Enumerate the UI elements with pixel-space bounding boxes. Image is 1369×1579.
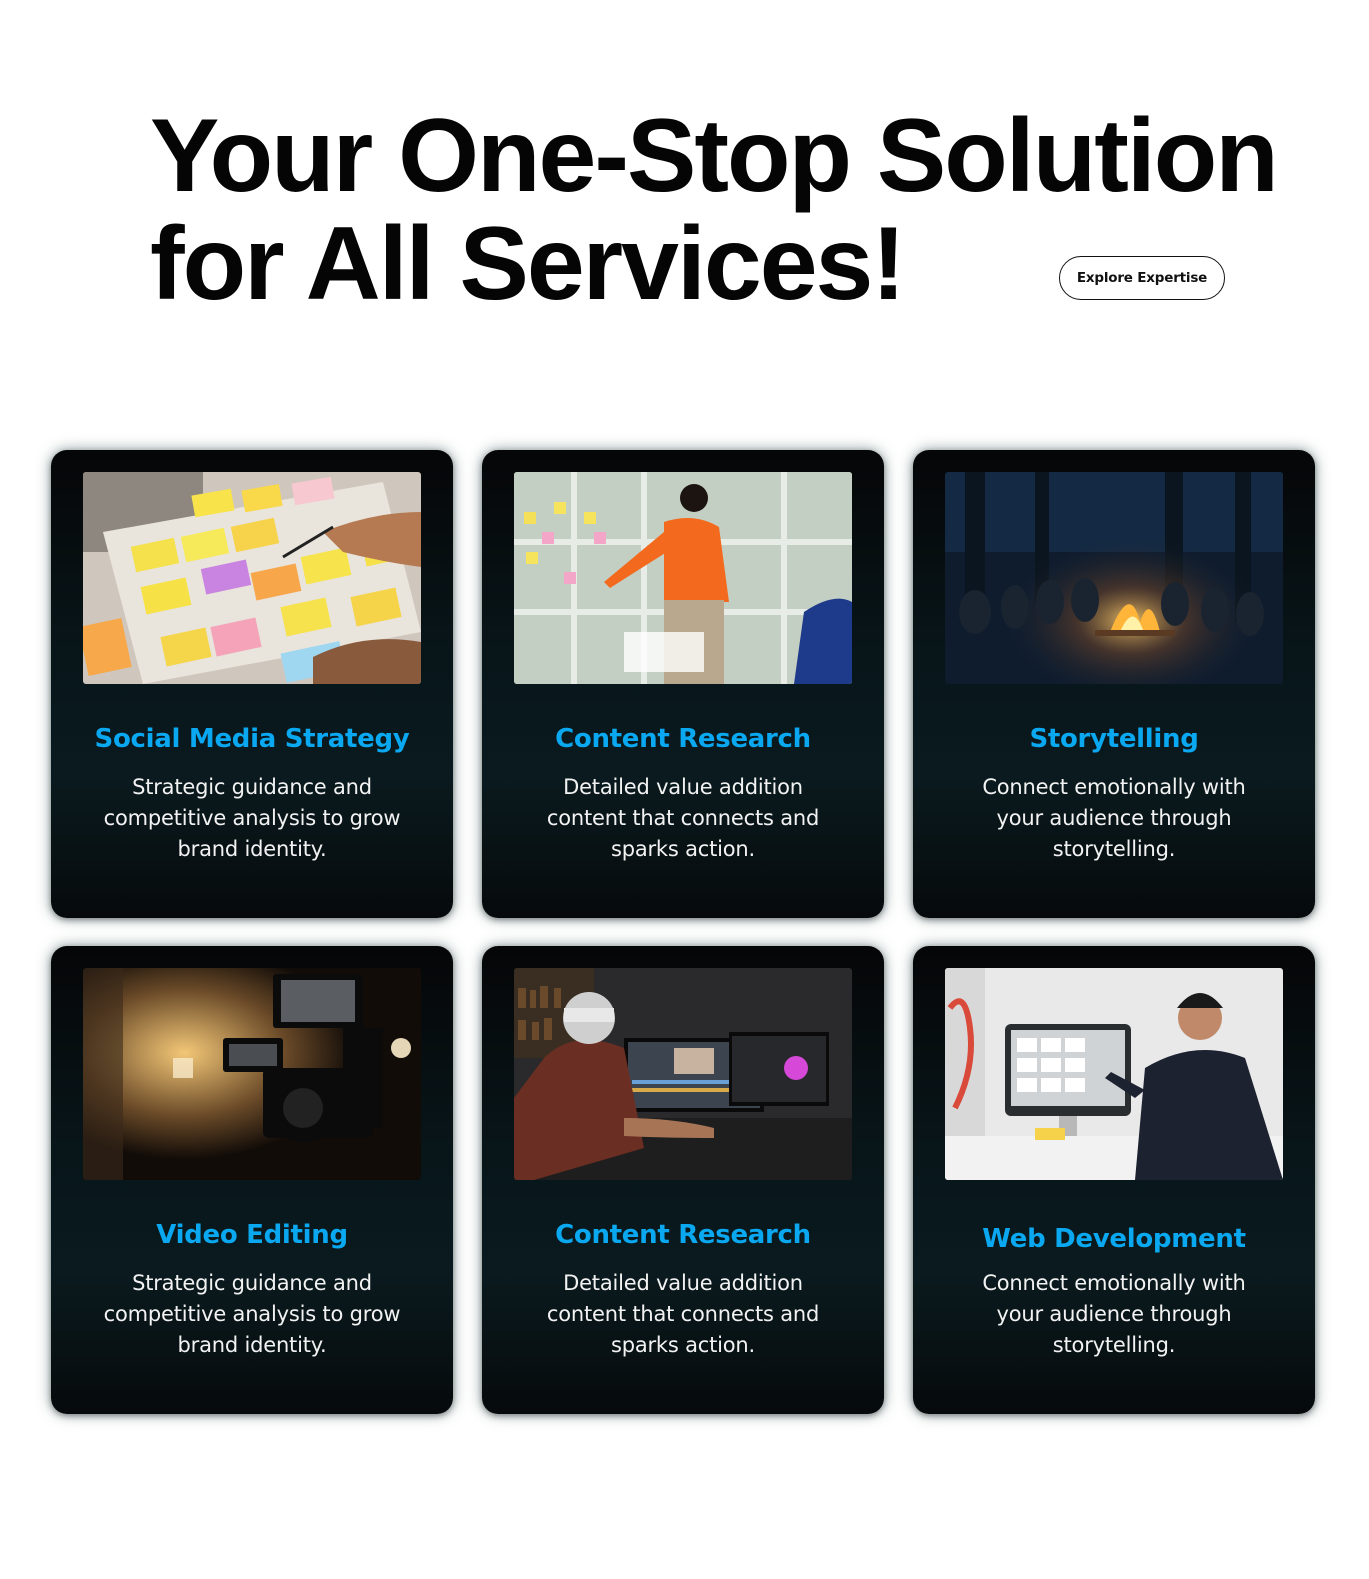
service-title: Video Editing xyxy=(156,1220,348,1250)
service-title: Content Research xyxy=(555,1220,811,1250)
video-camera-rig-photo xyxy=(83,968,421,1180)
service-card-social-media-strategy[interactable]: Social Media Strategy Strategic guidance… xyxy=(51,450,453,918)
service-description: Strategic guidance and competitive analy… xyxy=(103,775,401,861)
service-title: Storytelling xyxy=(1029,724,1199,754)
service-description: Connect emotionally with your audience t… xyxy=(982,1271,1246,1357)
service-card-content-research[interactable]: Content Research Detailed value addition… xyxy=(482,450,884,918)
service-card-storytelling[interactable]: Storytelling Connect emotionally with yo… xyxy=(913,450,1315,918)
service-description: Detailed value addition content that con… xyxy=(546,1271,820,1357)
sticky-notes-planning-photo xyxy=(83,472,421,684)
service-card-web-development[interactable]: Web Development Connect emotionally with… xyxy=(913,946,1315,1414)
explore-expertise-button[interactable]: Explore Expertise xyxy=(1059,256,1225,300)
presenter-whiteboard-photo xyxy=(514,472,852,684)
editor-at-monitors-photo xyxy=(514,968,852,1180)
service-description: Connect emotionally with your audience t… xyxy=(982,775,1246,861)
service-card-content-research-2[interactable]: Content Research Detailed value addition… xyxy=(482,946,884,1414)
service-title: Social Media Strategy xyxy=(94,724,410,754)
campfire-night-photo xyxy=(945,472,1283,684)
service-title: Content Research xyxy=(555,724,811,754)
service-description: Strategic guidance and competitive analy… xyxy=(103,1271,401,1357)
services-section: Your One-Stop Solution for All Services!… xyxy=(0,0,1369,1579)
service-title: Web Development xyxy=(982,1224,1246,1254)
designer-at-imac-photo xyxy=(945,968,1283,1180)
service-card-video-editing[interactable]: Video Editing Strategic guidance and com… xyxy=(51,946,453,1414)
page-title-line-1: Your One-Stop Solution xyxy=(150,98,1279,214)
service-description: Detailed value addition content that con… xyxy=(546,775,820,861)
